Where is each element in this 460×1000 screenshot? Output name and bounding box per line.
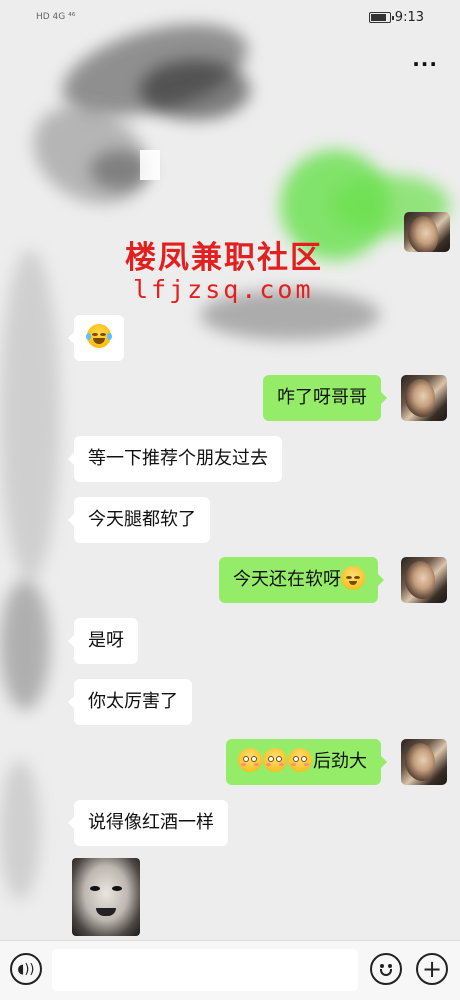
network-indicator: HD 4G ⁴⁶ <box>36 12 76 22</box>
meme-sticker[interactable] <box>72 858 140 936</box>
message-bubble-outgoing[interactable]: 后劲大 <box>226 739 387 785</box>
watermark-title: 楼凤兼职社区 <box>125 240 323 276</box>
flushed-face-emoji-icon <box>238 748 262 772</box>
flushed-face-emoji-icon <box>288 748 312 772</box>
clock: 9:13 <box>394 9 424 25</box>
smiley-icon[interactable] <box>370 953 402 985</box>
watermark-url: lfjzsq.com <box>133 275 314 304</box>
status-right: 9:13 <box>368 9 424 25</box>
my-avatar[interactable] <box>401 739 447 785</box>
battery-icon <box>368 11 394 23</box>
plus-icon[interactable]: + <box>416 953 448 985</box>
message-bubble-incoming[interactable]: 今天腿都软了 <box>68 497 210 543</box>
message-bubble-incoming[interactable] <box>68 315 124 361</box>
message-bubble-outgoing[interactable]: 咋了呀哥哥 <box>263 375 387 421</box>
watermark: 楼凤兼职社区 lfjzsq.com <box>125 232 365 304</box>
my-avatar[interactable] <box>401 375 447 421</box>
my-avatar[interactable] <box>401 557 447 603</box>
message-bubble-outgoing[interactable]: 今天还在软呀 <box>219 557 384 603</box>
666-emoji-icon <box>341 566 365 590</box>
message-bubble-incoming[interactable]: 说得像红酒一样 <box>68 800 228 846</box>
flushed-face-emoji-icon <box>263 748 287 772</box>
more-options-icon[interactable]: ··· <box>412 52 438 76</box>
message-bubble-incoming[interactable]: 等一下推荐个朋友过去 <box>68 436 282 482</box>
voice-icon[interactable]: ◖)) <box>10 953 42 985</box>
message-input[interactable] <box>52 949 358 991</box>
message-bubble-incoming[interactable]: 你太厉害了 <box>68 679 192 725</box>
contact-avatar[interactable] <box>404 212 450 252</box>
message-bubble-incoming[interactable]: 是呀 <box>68 618 138 664</box>
message-text: 今天还在软呀 <box>233 569 341 590</box>
message-input-bar: ◖)) + <box>0 940 460 1000</box>
message-text: 后劲大 <box>313 751 367 772</box>
signal-indicators: HD 4G ⁴⁶ <box>36 12 75 22</box>
laughing-tears-emoji-icon <box>86 324 112 348</box>
